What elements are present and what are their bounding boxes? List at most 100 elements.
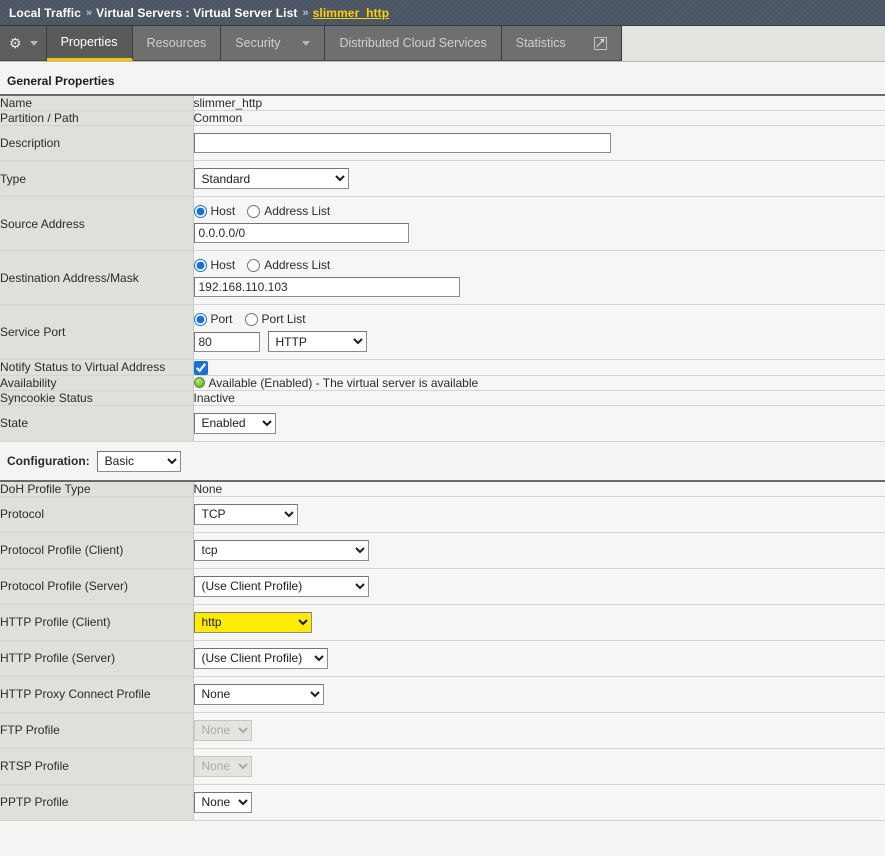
tab-security[interactable]: Security — [221, 26, 325, 62]
service-port-named-select[interactable]: HTTPHTTPSFTPSSHTelnetDNSSMTPOther — [268, 331, 367, 352]
config-row-control: Nonehttp-proxy-connect — [193, 676, 885, 712]
config-row-control: Nonertsp — [193, 748, 885, 784]
row-name: Name slimmer_http — [0, 95, 885, 111]
external-link-icon — [594, 37, 607, 50]
row-state: State EnabledDisabled — [0, 405, 885, 441]
config-row-control: tcptcp-lan-optimizedtcp-wan-optimizedf5-… — [193, 532, 885, 568]
source-address-radio-list[interactable]: Address List — [247, 204, 330, 218]
config-row: HTTP Profile (Server)(Use Client Profile… — [0, 640, 885, 676]
row-service-port-label: Service Port — [0, 305, 193, 360]
service-port-mode-group: Port Port List — [194, 312, 885, 326]
source-address-input[interactable] — [194, 223, 409, 243]
config-row: FTP ProfileNoneftp — [0, 712, 885, 748]
breadcrumb-separator: » — [302, 7, 307, 19]
config-select[interactable]: TCPUDPSCTPAll Protocols — [194, 504, 298, 525]
service-port-radio-port[interactable]: Port — [194, 312, 233, 326]
description-input[interactable] — [194, 133, 611, 153]
tab-menu-gear[interactable]: ⚙ — [0, 26, 47, 62]
source-address-mode-group: Host Address List — [194, 204, 885, 218]
service-port-port-label: Port — [211, 312, 233, 326]
row-notify-status-label: Notify Status to Virtual Address — [0, 360, 193, 376]
tab-properties-label: Properties — [61, 35, 118, 49]
config-row-control: TCPUDPSCTPAll Protocols — [193, 496, 885, 532]
config-row: ProtocolTCPUDPSCTPAll Protocols — [0, 496, 885, 532]
chevron-down-icon — [30, 41, 38, 46]
destination-host-label: Host — [211, 258, 236, 272]
availability-status-text: Available (Enabled) - The virtual server… — [209, 376, 479, 390]
configuration-label: Configuration: — [7, 454, 90, 468]
service-port-list-label: Port List — [262, 312, 306, 326]
breadcrumb-item-virtual-server-list[interactable]: Virtual Servers : Virtual Server List — [96, 6, 297, 20]
config-row-control: (Use Client Profile)tcptcp-lan-optimized — [193, 568, 885, 604]
status-available-icon — [194, 377, 205, 388]
config-row-label: Protocol — [0, 496, 193, 532]
service-port-list-radio[interactable] — [245, 313, 258, 326]
row-syncookie-label: Syncookie Status — [0, 390, 193, 405]
row-syncookie: Syncookie Status Inactive — [0, 390, 885, 405]
source-address-host-label: Host — [211, 204, 236, 218]
row-availability: Availability Available (Enabled) - The v… — [0, 375, 885, 390]
notify-status-checkbox[interactable] — [194, 361, 208, 375]
service-port-port-radio[interactable] — [194, 313, 207, 326]
config-select[interactable]: tcptcp-lan-optimizedtcp-wan-optimizedf5-… — [194, 540, 369, 561]
config-row-label: Protocol Profile (Server) — [0, 568, 193, 604]
destination-radio-list[interactable]: Address List — [247, 258, 330, 272]
tab-resources[interactable]: Resources — [133, 26, 222, 62]
row-syncookie-value: Inactive — [193, 390, 885, 405]
config-row-label: DoH Profile Type — [0, 481, 193, 497]
configuration-table: DoH Profile TypeNoneProtocolTCPUDPSCTPAl… — [0, 480, 885, 821]
configuration-bar: Configuration: BasicAdvanced — [0, 442, 885, 480]
config-row-value: None — [193, 481, 885, 497]
config-row-control: (Use Client Profile)Nonehttp — [193, 640, 885, 676]
source-address-radio-host[interactable]: Host — [194, 204, 236, 218]
chevron-down-icon — [302, 41, 310, 46]
config-row-label: HTTP Proxy Connect Profile — [0, 676, 193, 712]
tab-properties[interactable]: Properties — [47, 26, 133, 62]
row-description-label: Description — [0, 126, 193, 161]
source-address-list-radio[interactable] — [247, 205, 260, 218]
tab-statistics-label: Statistics — [516, 36, 566, 50]
destination-list-radio[interactable] — [247, 259, 260, 272]
state-select[interactable]: EnabledDisabled — [194, 413, 276, 434]
breadcrumb-item-local-traffic[interactable]: Local Traffic — [9, 6, 81, 20]
config-select[interactable]: Nonehttp-proxy-connect — [194, 684, 324, 705]
config-row: Protocol Profile (Server)(Use Client Pro… — [0, 568, 885, 604]
row-partition: Partition / Path Common — [0, 111, 885, 126]
row-description: Description — [0, 126, 885, 161]
tab-distributed-cloud-services[interactable]: Distributed Cloud Services — [325, 26, 501, 62]
gear-icon: ⚙ — [9, 36, 22, 50]
row-destination: Destination Address/Mask Host Address Li… — [0, 251, 885, 305]
tab-security-label: Security — [235, 36, 280, 50]
row-name-label: Name — [0, 95, 193, 111]
breadcrumb-item-current: slimmer_http — [313, 6, 390, 20]
service-port-radio-list[interactable]: Port List — [245, 312, 306, 326]
tab-statistics[interactable]: Statistics — [502, 26, 622, 62]
config-row-label: HTTP Profile (Server) — [0, 640, 193, 676]
destination-host-radio[interactable] — [194, 259, 207, 272]
config-row-label: PPTP Profile — [0, 784, 193, 820]
config-select[interactable]: (Use Client Profile)tcptcp-lan-optimized — [194, 576, 369, 597]
row-partition-label: Partition / Path — [0, 111, 193, 126]
type-select[interactable]: StandardForwarding (IP)Forwarding (Layer… — [194, 168, 349, 189]
config-select[interactable]: Nonehttphttp-explicithttp-transparent — [194, 612, 312, 633]
row-destination-label: Destination Address/Mask — [0, 251, 193, 305]
source-address-list-label: Address List — [264, 204, 330, 218]
config-select: Noneftp — [194, 720, 252, 741]
breadcrumb-bar: Local Traffic » Virtual Servers : Virtua… — [0, 0, 885, 26]
configuration-level-select[interactable]: BasicAdvanced — [97, 451, 181, 472]
destination-list-label: Address List — [264, 258, 330, 272]
service-port-input[interactable] — [194, 332, 260, 352]
config-row-label: RTSP Profile — [0, 748, 193, 784]
row-type: Type StandardForwarding (IP)Forwarding (… — [0, 161, 885, 197]
row-source-address: Source Address Host Address List — [0, 197, 885, 251]
general-properties-table: Name slimmer_http Partition / Path Commo… — [0, 94, 885, 442]
config-select[interactable]: (Use Client Profile)Nonehttp — [194, 648, 328, 669]
destination-mode-group: Host Address List — [194, 258, 885, 272]
breadcrumb-separator: » — [86, 7, 91, 19]
source-address-host-radio[interactable] — [194, 205, 207, 218]
destination-address-input[interactable] — [194, 277, 460, 297]
config-select[interactable]: Nonepptp — [194, 792, 252, 813]
row-notify-status: Notify Status to Virtual Address — [0, 360, 885, 376]
row-availability-label: Availability — [0, 375, 193, 390]
destination-radio-host[interactable]: Host — [194, 258, 236, 272]
